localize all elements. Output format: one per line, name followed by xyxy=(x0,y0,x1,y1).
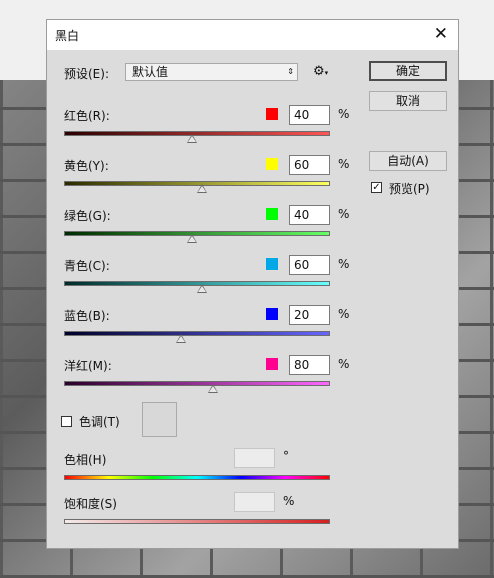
green-value-input[interactable]: 40 xyxy=(289,205,330,225)
tint-color-swatch[interactable] xyxy=(142,402,177,437)
percent-unit: % xyxy=(338,257,350,271)
yellow-slider-thumb[interactable] xyxy=(197,184,208,193)
preset-label: 预设(E): xyxy=(64,67,109,81)
slider-label: 黄色(Y): xyxy=(64,159,109,173)
magenta-value-input[interactable]: 80 xyxy=(289,355,330,375)
gear-icon: ⚙ xyxy=(313,64,325,79)
magenta-slider-track[interactable] xyxy=(64,381,330,386)
tint-checkbox[interactable] xyxy=(61,416,72,427)
black-white-dialog: 黑白 ✕ 预设(E): 默认值 ⇕ ⚙▾ 确定 取消 自动(A) ✓ 预览(P)… xyxy=(46,19,459,549)
color-swatch xyxy=(266,258,278,270)
saturation-percent-unit: % xyxy=(283,494,295,508)
preview-label: 预览(P) xyxy=(389,182,430,196)
degree-unit: ° xyxy=(283,449,289,463)
slider-label: 青色(C): xyxy=(64,259,110,273)
title-bar: 黑白 ✕ xyxy=(47,20,458,50)
tint-label: 色调(T) xyxy=(79,415,120,429)
preset-value: 默认值 xyxy=(132,65,169,79)
percent-unit: % xyxy=(338,357,350,371)
color-swatch xyxy=(266,308,278,320)
percent-unit: % xyxy=(338,307,350,321)
red-slider-thumb[interactable] xyxy=(186,134,197,143)
ok-button[interactable]: 确定 xyxy=(369,61,447,81)
cyan-slider-thumb[interactable] xyxy=(197,284,208,293)
percent-unit: % xyxy=(338,157,350,171)
chevron-down-icon: ▾ xyxy=(324,69,329,77)
magenta-slider-thumb[interactable] xyxy=(207,384,218,393)
color-swatch xyxy=(266,358,278,370)
slider-label: 绿色(G): xyxy=(64,209,111,223)
color-swatch xyxy=(266,158,278,170)
blue-slider-track[interactable] xyxy=(64,331,330,336)
preset-select[interactable]: 默认值 ⇕ xyxy=(125,63,298,81)
cancel-button[interactable]: 取消 xyxy=(369,91,447,111)
auto-button[interactable]: 自动(A) xyxy=(369,151,447,171)
preset-options-gear-icon[interactable]: ⚙▾ xyxy=(313,64,328,79)
select-arrow-icon: ⇕ xyxy=(287,67,294,76)
dialog-title: 黑白 xyxy=(55,29,80,43)
saturation-slider-track[interactable] xyxy=(64,519,330,524)
red-value-input[interactable]: 40 xyxy=(289,105,330,125)
saturation-input[interactable] xyxy=(234,492,275,512)
percent-unit: % xyxy=(338,207,350,221)
cyan-value-input[interactable]: 60 xyxy=(289,255,330,275)
percent-unit: % xyxy=(338,107,350,121)
color-swatch xyxy=(266,208,278,220)
color-swatch xyxy=(266,108,278,120)
slider-label: 洋红(M): xyxy=(64,359,112,373)
red-slider-track[interactable] xyxy=(64,131,330,136)
slider-label: 蓝色(B): xyxy=(64,309,110,323)
check-icon: ✓ xyxy=(372,182,381,193)
blue-slider-thumb[interactable] xyxy=(176,334,187,343)
green-slider-thumb[interactable] xyxy=(186,234,197,243)
yellow-value-input[interactable]: 60 xyxy=(289,155,330,175)
slider-label: 红色(R): xyxy=(64,109,110,123)
hue-slider-track[interactable] xyxy=(64,475,330,480)
green-slider-track[interactable] xyxy=(64,231,330,236)
hue-label: 色相(H) xyxy=(64,453,107,467)
preview-checkbox[interactable]: ✓ xyxy=(371,182,382,193)
close-icon[interactable]: ✕ xyxy=(434,24,448,44)
hue-input[interactable] xyxy=(234,448,275,468)
saturation-label: 饱和度(S) xyxy=(64,497,117,511)
blue-value-input[interactable]: 20 xyxy=(289,305,330,325)
